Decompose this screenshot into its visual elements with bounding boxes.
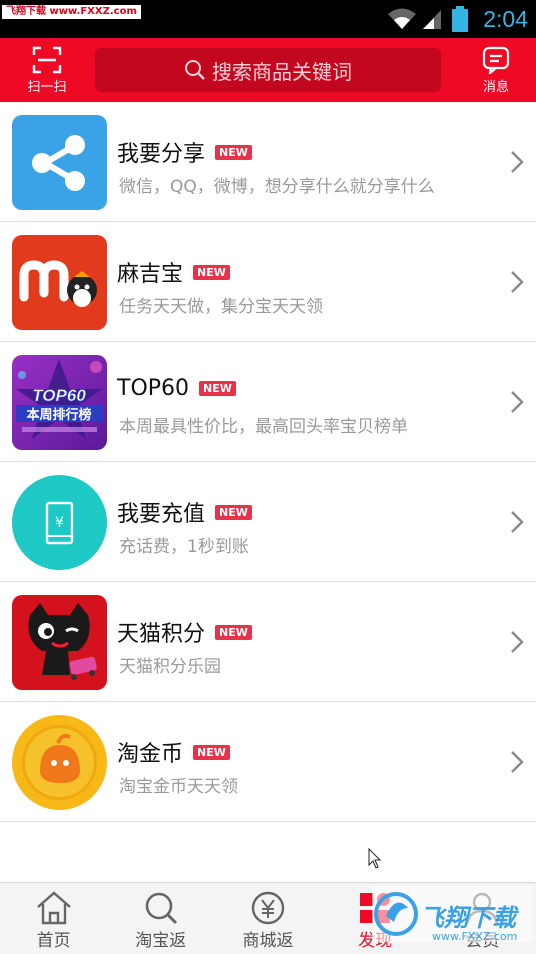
title-row: TOP60 NEW bbox=[117, 376, 236, 401]
title-row: 麻吉宝 NEW bbox=[117, 256, 230, 288]
tab-mall-rebate[interactable]: 商城返 bbox=[214, 883, 321, 954]
item-description: 本周最具性价比，最高回头率宝贝榜单 bbox=[119, 417, 408, 437]
list-item-majibao[interactable]: 麻吉宝 NEW 任务天天做，集分宝天天领 bbox=[0, 222, 536, 342]
tab-label: 发现 bbox=[358, 931, 393, 951]
item-title: 麻吉宝 bbox=[117, 262, 184, 287]
watermark-url: www.FXXZ.com bbox=[432, 930, 518, 943]
list-item-taojinbi[interactable]: 淘金币 NEW 淘宝金币天天领 bbox=[0, 702, 536, 822]
search-placeholder: 搜索商品关键词 bbox=[212, 59, 352, 84]
tab-label: 首页 bbox=[36, 931, 71, 951]
chevron-right-icon bbox=[511, 751, 524, 773]
scan-button[interactable]: 扫一扫 bbox=[12, 46, 82, 96]
title-row: 我要充值 NEW bbox=[117, 496, 252, 528]
search-input[interactable]: 搜索商品关键词 bbox=[95, 48, 441, 92]
tab-discover[interactable]: 发现 bbox=[322, 883, 429, 954]
signal-icon bbox=[423, 10, 442, 29]
title-row: 淘金币 NEW bbox=[117, 736, 230, 768]
taojinbi-coin-icon bbox=[12, 715, 107, 810]
item-description: 天猫积分乐园 bbox=[119, 657, 221, 677]
yen-symbol: ¥ bbox=[55, 515, 64, 531]
discover-icon bbox=[360, 893, 391, 923]
search-icon bbox=[185, 60, 205, 80]
chevron-right-icon bbox=[511, 391, 524, 413]
yen-coin-icon bbox=[251, 891, 285, 925]
battery-icon bbox=[452, 6, 469, 32]
item-title: 我要分享 bbox=[117, 142, 206, 167]
tab-taobao-rebate[interactable]: 淘宝返 bbox=[107, 883, 214, 954]
item-title: 淘金币 bbox=[117, 742, 184, 767]
message-icon bbox=[482, 46, 510, 74]
tab-label: 商城返 bbox=[242, 931, 294, 951]
scan-label: 扫一扫 bbox=[27, 80, 67, 95]
new-badge: NEW bbox=[215, 504, 252, 520]
home-icon bbox=[36, 891, 71, 925]
item-title: 我要充值 bbox=[117, 502, 206, 527]
thumb-title: TOP60 bbox=[32, 386, 86, 405]
status-bar: 飞翔下载 www.FXXZ.com 2:04 bbox=[0, 0, 536, 38]
watermark-text: 飞翔下载 bbox=[420, 904, 516, 932]
new-badge: NEW bbox=[199, 381, 236, 396]
list-item-tmall-points[interactable]: 天猫积分 NEW 天猫积分乐园 bbox=[0, 582, 536, 702]
new-badge: NEW bbox=[215, 144, 252, 160]
item-title: 天猫积分 bbox=[117, 622, 206, 647]
share-icon bbox=[12, 115, 107, 210]
item-description: 微信，QQ，微博，想分享什么就分享什么 bbox=[119, 177, 435, 197]
majibao-logo bbox=[12, 235, 107, 330]
watermark-badge: 飞翔下载 www.FXXZ.com bbox=[2, 5, 141, 19]
title-row: 天猫积分 NEW bbox=[117, 616, 252, 648]
thumb-subtitle: 本周排行榜 bbox=[26, 407, 91, 423]
title-row: 我要分享 NEW bbox=[117, 136, 252, 168]
wifi-icon bbox=[388, 8, 417, 29]
chevron-right-icon bbox=[511, 631, 524, 653]
new-badge: NEW bbox=[215, 624, 252, 640]
phone-recharge-icon: ¥ bbox=[12, 475, 107, 570]
list-item-share[interactable]: 我要分享 NEW 微信，QQ，微博，想分享什么就分享什么 bbox=[0, 102, 536, 222]
scan-icon bbox=[32, 46, 62, 74]
phone-screen: 飞翔下载 www.FXXZ.com 2:04 扫一扫 搜索商品关键词 消息 我要… bbox=[0, 0, 536, 954]
item-description: 充话费，1秒到账 bbox=[119, 537, 249, 557]
app-header: 扫一扫 搜索商品关键词 消息 bbox=[0, 38, 536, 102]
new-badge: NEW bbox=[193, 264, 230, 280]
list-item-recharge[interactable]: ¥ 我要充值 NEW 充话费，1秒到账 bbox=[0, 462, 536, 582]
item-title: TOP60 bbox=[117, 376, 190, 401]
chevron-right-icon bbox=[511, 271, 524, 293]
search-icon bbox=[145, 892, 177, 925]
clock: 2:04 bbox=[483, 5, 528, 32]
mouse-cursor-icon bbox=[368, 848, 382, 869]
status-icons: 2:04 bbox=[387, 0, 536, 38]
message-button[interactable]: 消息 bbox=[470, 46, 522, 96]
new-badge: NEW bbox=[193, 744, 230, 760]
tab-label: 淘宝返 bbox=[135, 931, 187, 951]
chevron-right-icon bbox=[511, 511, 524, 533]
item-description: 任务天天做，集分宝天天领 bbox=[119, 297, 323, 317]
list-item-top60[interactable]: TOP60 本周排行榜 TOP60 NEW 本周最具性价比，最高回头率宝贝榜单 bbox=[0, 342, 536, 462]
discover-list: 我要分享 NEW 微信，QQ，微博，想分享什么就分享什么 麻吉宝 NEW 任务天… bbox=[0, 102, 536, 822]
chevron-right-icon bbox=[511, 151, 524, 173]
top60-banner: TOP60 本周排行榜 bbox=[12, 355, 107, 450]
message-label: 消息 bbox=[482, 80, 509, 95]
tmall-cat-icon bbox=[12, 595, 107, 690]
tab-home[interactable]: 首页 bbox=[0, 883, 107, 954]
item-description: 淘宝金币天天领 bbox=[119, 777, 238, 797]
